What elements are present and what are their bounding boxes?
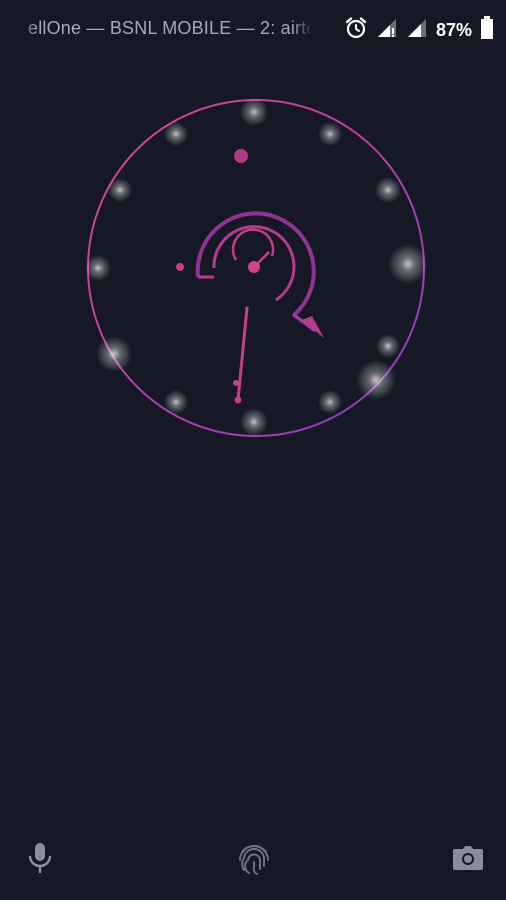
top-accent-dot	[234, 149, 248, 163]
carrier-label: ellOne — BSNL MOBILE — 2: airtel	[28, 18, 310, 38]
hour-marker	[164, 122, 188, 146]
carrier-fade-right	[292, 14, 314, 42]
battery-percent: 87%	[435, 19, 472, 40]
camera-button[interactable]	[448, 830, 488, 890]
hour-marker	[375, 177, 401, 203]
signal-icon	[406, 17, 428, 44]
hour-marker	[356, 360, 396, 400]
hour-marker	[388, 244, 428, 284]
hour-marker	[240, 408, 268, 436]
signal-icon	[376, 17, 398, 44]
hour-marker	[96, 336, 132, 372]
status-icons: 87%	[344, 15, 494, 45]
hour-marker	[318, 390, 342, 414]
voice-assist-button[interactable]	[20, 830, 60, 890]
bottom-bar	[0, 830, 506, 890]
hour-marker	[164, 390, 188, 414]
hour-marker	[108, 178, 132, 202]
minute-hand	[236, 306, 249, 402]
microphone-icon	[27, 841, 53, 880]
alarm-clock-icon	[344, 16, 368, 45]
minute-hand-dot	[233, 380, 239, 386]
hour-marker	[85, 255, 111, 281]
fingerprint-icon	[234, 838, 274, 883]
hour-hand-arrow	[302, 316, 324, 338]
hour-marker	[240, 98, 268, 126]
hour-marker	[318, 122, 342, 146]
carrier-fade-left	[18, 14, 36, 42]
minute-hand-tip	[234, 396, 242, 404]
camera-icon	[452, 844, 484, 877]
radar-clock	[76, 90, 436, 450]
fingerprint-button[interactable]	[232, 830, 276, 890]
center-pointer	[253, 251, 270, 268]
left-accent-dot	[176, 263, 184, 271]
hour-marker	[376, 334, 400, 358]
battery-icon	[480, 15, 494, 45]
status-bar: ellOne — BSNL MOBILE — 2: airtel 87%	[0, 0, 506, 58]
